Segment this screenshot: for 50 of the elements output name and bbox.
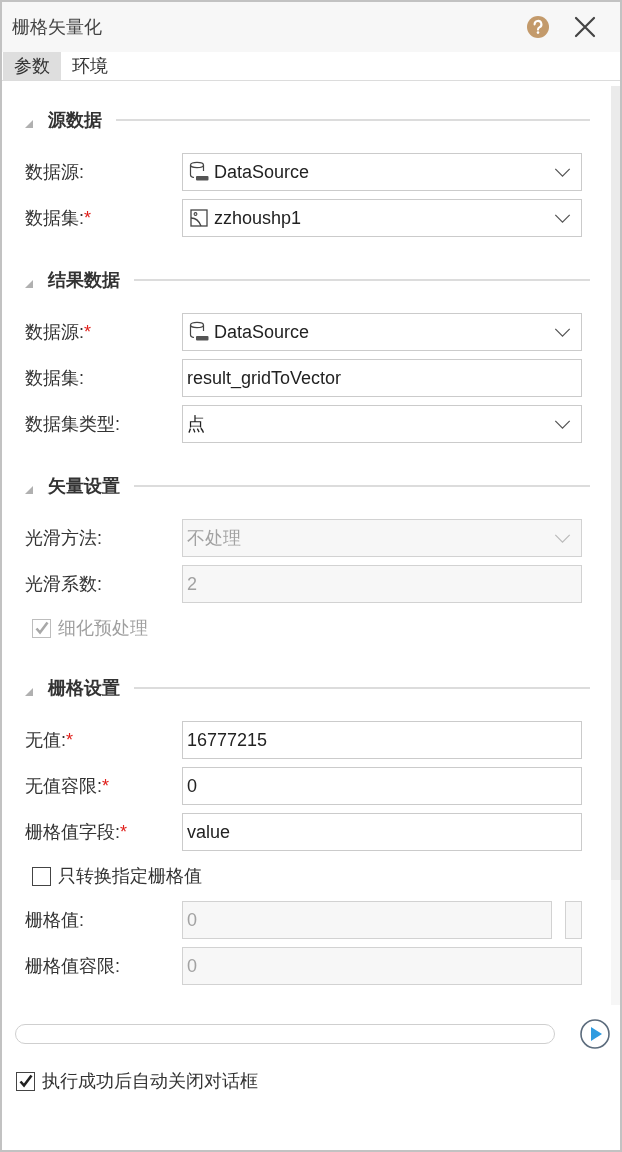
triangle-icon[interactable] [25, 688, 33, 696]
triangle-icon[interactable] [25, 280, 33, 288]
field-label: 数据源: [25, 161, 85, 184]
text-field[interactable]: value [182, 813, 582, 851]
window-title: 栅格矢量化 [12, 16, 102, 39]
tab[interactable]: 环境 [61, 52, 119, 80]
section-title: 源数据 [48, 109, 102, 132]
field-label: 数据集类型: [25, 413, 121, 436]
section-title: 栅格设置 [48, 677, 120, 700]
triangle-icon[interactable] [25, 486, 33, 494]
chevron-down-icon [554, 419, 571, 429]
triangle-icon[interactable] [25, 120, 33, 128]
checkmark-icon [18, 1074, 33, 1088]
text-field[interactable]: 16777215 [182, 721, 582, 759]
side-button[interactable] [565, 901, 582, 939]
checkmark-icon [34, 621, 49, 635]
dropdown[interactable]: DataSource [182, 153, 582, 191]
checkbox-label: 细化预处理 [58, 617, 148, 640]
field-label: 栅格值: [25, 909, 85, 932]
field-label: 无值:* [25, 729, 75, 752]
dropdown[interactable]: DataSource [182, 313, 582, 351]
chevron-down-icon [554, 533, 571, 543]
field-label: 数据集:* [25, 207, 93, 230]
database-icon [189, 161, 209, 183]
chevron-down-icon [554, 327, 571, 337]
field-label: 数据集: [25, 367, 85, 390]
field-label: 光滑方法: [25, 527, 103, 550]
image-icon [190, 209, 208, 227]
database-icon [189, 321, 209, 343]
field-label: 无值容限:* [25, 775, 111, 798]
text-field[interactable]: result_gridToVector [182, 359, 582, 397]
chevron-down-icon [554, 167, 571, 177]
section-title: 结果数据 [48, 269, 120, 292]
tab[interactable]: 参数 [3, 52, 61, 80]
close-icon[interactable] [574, 16, 596, 38]
checkbox[interactable] [32, 866, 51, 886]
help-icon[interactable] [527, 16, 549, 38]
field-label: 栅格值字段:* [25, 821, 129, 844]
field-label: 栅格值容限: [25, 955, 121, 978]
checkbox-label: 只转换指定栅格值 [58, 865, 202, 888]
dropdown[interactable]: zzhoushp1 [182, 199, 582, 237]
dropdown[interactable]: 点 [182, 405, 582, 443]
text-field[interactable]: 0 [182, 767, 582, 805]
chevron-down-icon [554, 213, 571, 223]
field-label: 光滑系数: [25, 573, 103, 596]
field-label: 数据源:* [25, 321, 93, 344]
section-title: 矢量设置 [48, 475, 120, 498]
play-icon[interactable] [580, 1019, 610, 1049]
checkbox-label: 执行成功后自动关闭对话框 [42, 1070, 258, 1093]
checkbox[interactable] [16, 1071, 35, 1091]
